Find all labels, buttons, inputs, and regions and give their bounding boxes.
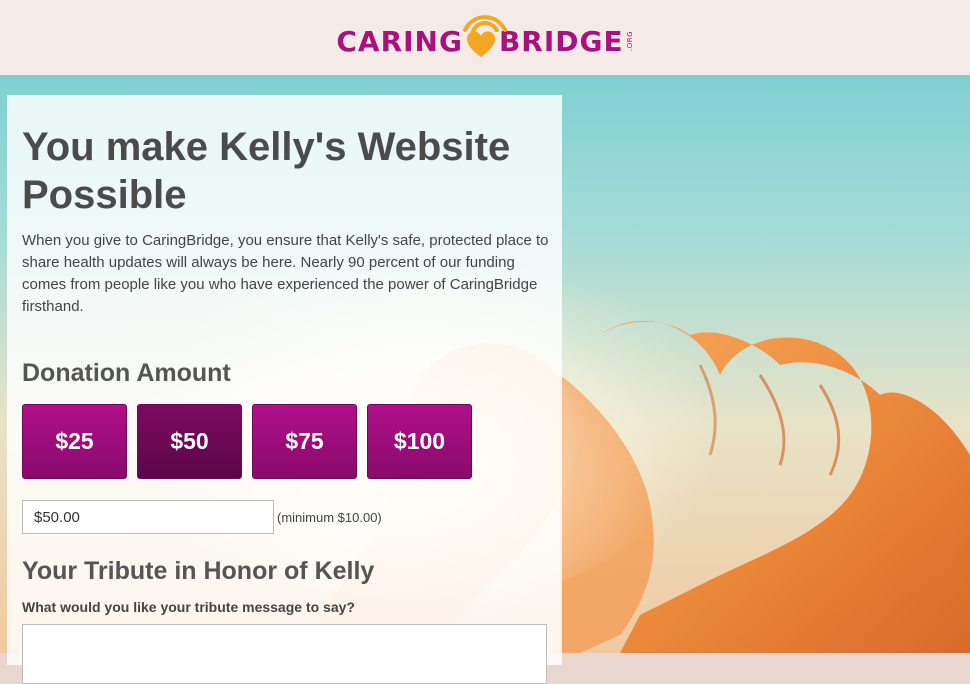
minimum-note: (minimum $10.00) bbox=[277, 510, 382, 525]
page-title: You make Kelly's Website Possible bbox=[22, 125, 511, 217]
amount-options: $25 $50 $75 $100 bbox=[22, 404, 472, 479]
heart-icon bbox=[466, 30, 496, 57]
intro-text: When you give to CaringBridge, you ensur… bbox=[22, 232, 549, 315]
donation-form-card: You make Kelly's Website Possible When y… bbox=[7, 95, 562, 684]
amount-100-button[interactable]: $100 bbox=[367, 404, 472, 479]
tribute-heading: Your Tribute in Honor of Kelly bbox=[22, 557, 375, 585]
caringbridge-logo[interactable]: CARING BRIDGE .ORG bbox=[336, 14, 634, 62]
amount-50-button[interactable]: $50 bbox=[137, 404, 242, 479]
donation-amount-input[interactable] bbox=[22, 500, 274, 534]
logo-text-bridge: BRIDGE bbox=[498, 24, 624, 58]
amount-75-button[interactable]: $75 bbox=[252, 404, 357, 479]
logo-text-caring: CARING bbox=[336, 24, 463, 58]
tribute-message-label: What would you like your tribute message… bbox=[22, 599, 355, 615]
tribute-message-field[interactable] bbox=[22, 624, 547, 684]
site-header: CARING BRIDGE .ORG bbox=[0, 0, 970, 75]
logo-text-org: .ORG bbox=[625, 31, 634, 52]
donation-amount-heading: Donation Amount bbox=[22, 359, 231, 387]
amount-25-button[interactable]: $25 bbox=[22, 404, 127, 479]
